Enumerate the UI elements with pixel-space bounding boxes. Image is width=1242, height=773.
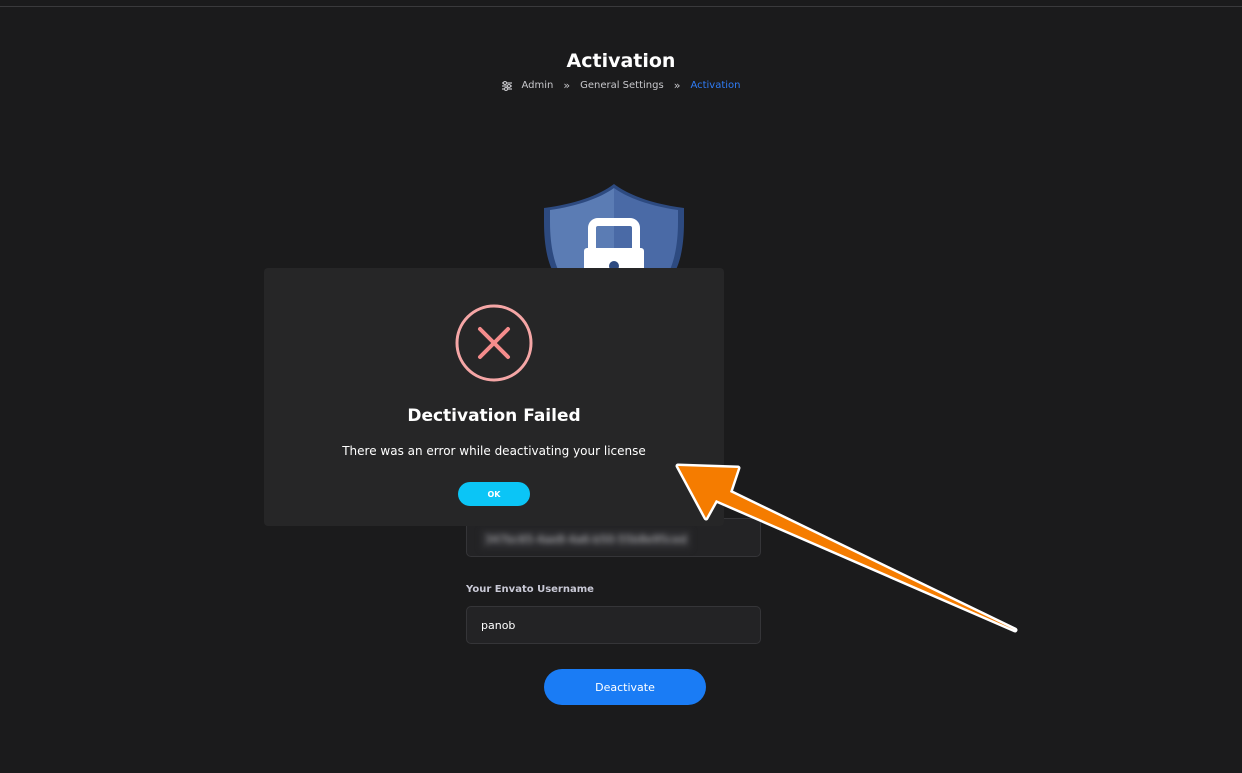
breadcrumb: Admin » General Settings » Activation — [0, 79, 1242, 92]
purchase-code-value: 347bc65-4ae8-4a6-b50-55b8e95ced — [481, 530, 691, 549]
breadcrumb-item-general-settings[interactable]: General Settings — [580, 80, 664, 91]
page-title: Activation — [566, 50, 676, 72]
dialog-message: There was an error while deactivating yo… — [342, 444, 646, 458]
username-value: panob — [481, 618, 516, 632]
activation-page: Activation Admin » General Settings » Ac… — [0, 0, 1242, 773]
breadcrumb-item-admin[interactable]: Admin — [501, 80, 553, 92]
breadcrumb-label-admin: Admin — [521, 80, 554, 91]
breadcrumb-item-activation: Activation — [690, 80, 741, 91]
ok-button[interactable]: OK — [458, 482, 530, 506]
shield-lock-icon — [544, 184, 684, 282]
error-x-icon — [455, 304, 533, 382]
error-dialog: Dectivation Failed There was an error wh… — [264, 268, 724, 526]
dialog-title: Dectivation Failed — [407, 406, 581, 426]
breadcrumb-separator: » — [563, 79, 571, 92]
deactivate-button[interactable]: Deactivate — [544, 669, 706, 705]
sliders-icon — [502, 80, 513, 91]
breadcrumb-separator: » — [673, 79, 681, 92]
annotation-arrow-icon — [675, 463, 1018, 633]
username-label: Your Envato Username — [466, 584, 594, 595]
top-divider — [0, 6, 1242, 7]
